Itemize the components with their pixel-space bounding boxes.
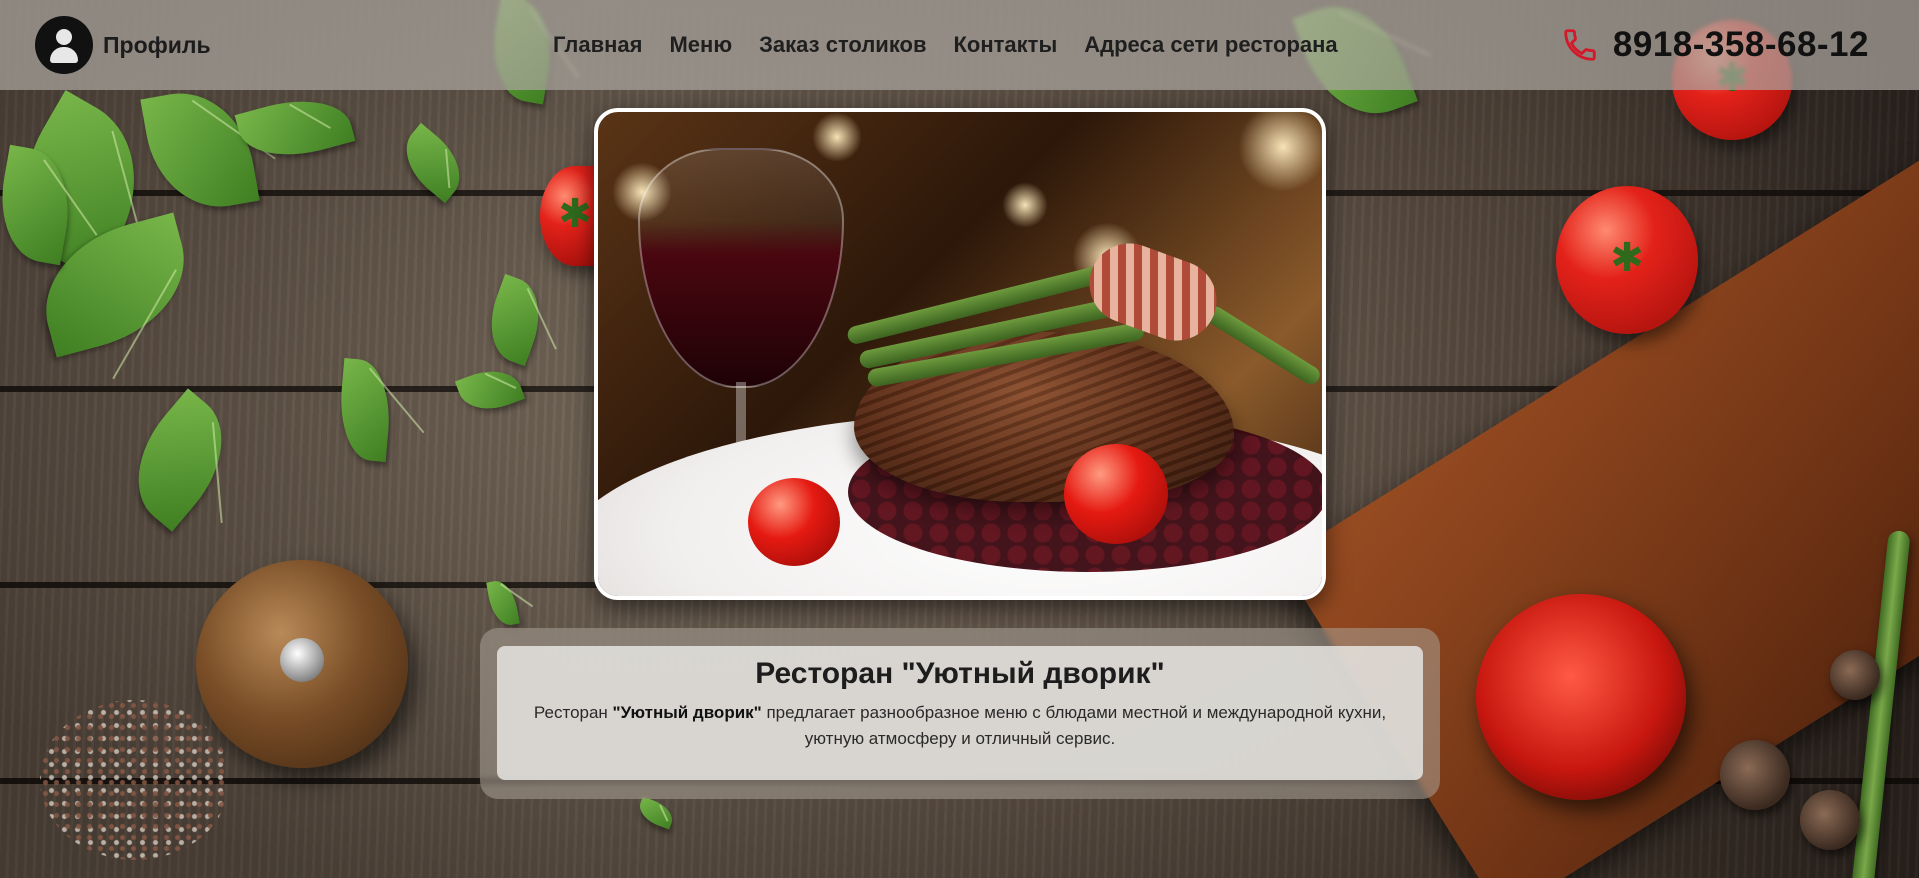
tomato-sauce-bowl <box>1476 594 1686 800</box>
nav-link-home[interactable]: Главная <box>553 32 642 58</box>
about-card-content: Ресторан "Уютный дворик" Ресторан "Уютны… <box>497 646 1423 780</box>
phone-contact[interactable]: 8918-358-68-12 <box>1561 0 1869 90</box>
bokeh-light <box>1002 182 1048 228</box>
top-navbar: Профиль Главная Меню Заказ столиков Конт… <box>0 0 1919 90</box>
pepper-grinder <box>196 560 408 768</box>
description-suffix: предлагает разнообразное меню с блюдами … <box>761 703 1387 748</box>
wine-glass <box>638 148 844 388</box>
tomato <box>1556 186 1698 334</box>
nav-link-table-booking[interactable]: Заказ столиков <box>759 32 926 58</box>
profile-label[interactable]: Профиль <box>103 32 211 59</box>
mushroom <box>1830 650 1880 700</box>
asparagus-spear <box>1203 303 1322 388</box>
profile-link[interactable]: Профиль <box>35 16 211 74</box>
main-nav: Главная Меню Заказ столиков Контакты Адр… <box>553 0 1338 90</box>
restaurant-description: Ресторан "Уютный дворик" предлагает разн… <box>510 700 1410 752</box>
description-prefix: Ресторан <box>533 703 613 722</box>
user-icon[interactable] <box>35 16 93 74</box>
hero-dish-image <box>594 108 1326 600</box>
nav-link-addresses[interactable]: Адреса сети ресторана <box>1084 32 1337 58</box>
nav-link-menu[interactable]: Меню <box>669 32 732 58</box>
bokeh-light <box>812 112 862 162</box>
mushroom <box>1800 790 1860 850</box>
phone-number[interactable]: 8918-358-68-12 <box>1613 25 1869 65</box>
restaurant-name: "Уютный дворик" <box>612 703 762 722</box>
peppercorns <box>40 700 230 860</box>
nav-link-contacts[interactable]: Контакты <box>954 32 1058 58</box>
bokeh-light <box>1238 112 1322 192</box>
cherry-tomato <box>1064 444 1168 544</box>
cherry-tomato <box>748 478 840 566</box>
mushroom <box>1720 740 1790 810</box>
about-card: Ресторан "Уютный дворик" Ресторан "Уютны… <box>480 628 1440 799</box>
phone-icon[interactable] <box>1561 26 1599 64</box>
restaurant-title: Ресторан "Уютный дворик" <box>755 657 1165 690</box>
